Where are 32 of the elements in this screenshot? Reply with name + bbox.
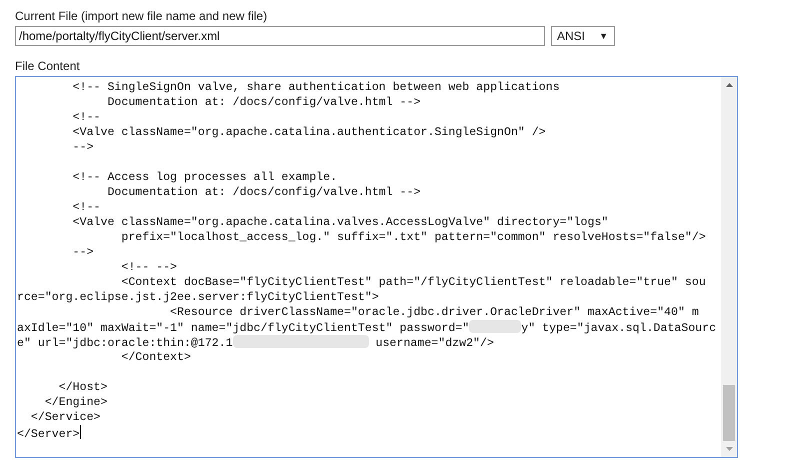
scroll-up-icon[interactable] (726, 83, 732, 87)
code-line: <Valve className="org.apache.catalina.authenticator.SingleSignOn" /> (72, 125, 547, 140)
code-line: </Engine> (44, 395, 108, 410)
code-line: <Resource driverClassName="oracle.jdbc.driver.OracleDriver" maxActive="40" m (169, 305, 700, 320)
code-line: </Server> (17, 425, 721, 440)
code-line: prefix="localhost_access_log." suffix=".txt" pattern="common" resolveHosts="false"/> (120, 230, 707, 245)
code-line: <!-- Access log processes all example. (72, 170, 338, 185)
scroll-down-icon[interactable] (726, 447, 732, 451)
code-line: <!-- (72, 200, 102, 215)
file-content-editor[interactable] (15, 76, 738, 458)
code-line: rce="org.eclipse.jst.j2ee.server:flyCityClientTest"> (17, 290, 380, 305)
code-line: --> (72, 140, 95, 155)
field-label: File Content (15, 58, 81, 74)
scrollbar[interactable] (721, 77, 737, 457)
code-line: <!-- SingleSignOn valve, share authentication between web applications (72, 80, 561, 95)
code-line: <Valve className="org.apache.catalina.valves.AccessLogValve" directory="logs" (72, 215, 610, 230)
code-line: e" url="jdbc:oracle:thin:@172.1 username="dzw2"/> (17, 335, 495, 350)
field-label: Current File (import new file name and new file) (15, 8, 268, 24)
code-line: <!-- (72, 110, 102, 125)
code-line: --> (72, 245, 95, 260)
code-line: Documentation at: /docs/config/valve.html --> (106, 95, 422, 110)
text-cursor (80, 425, 81, 439)
code-line: </Host> (58, 380, 108, 395)
code-line: <Context docBase="flyCityClientTest" path="/flyCityClientTest" reloadable="true" sou (120, 275, 707, 290)
code-line: <!-- --> (120, 260, 178, 275)
code-line: Documentation at: /docs/config/valve.html --> (106, 185, 422, 200)
code-line: </Context> (120, 350, 192, 365)
code-line: </Service> (30, 410, 102, 425)
scroll-thumb[interactable] (723, 385, 735, 441)
encoding-dropdown[interactable]: ANSI ▼ (551, 26, 615, 46)
code-line: axIdle="10" maxWait="-1" name="jdbc/flyCityClientTest" password=" y" type="javax.sql.DataSourc (17, 320, 718, 335)
file-path-field[interactable]: /home/portalty/flyCityClient/server.xml (15, 26, 545, 46)
